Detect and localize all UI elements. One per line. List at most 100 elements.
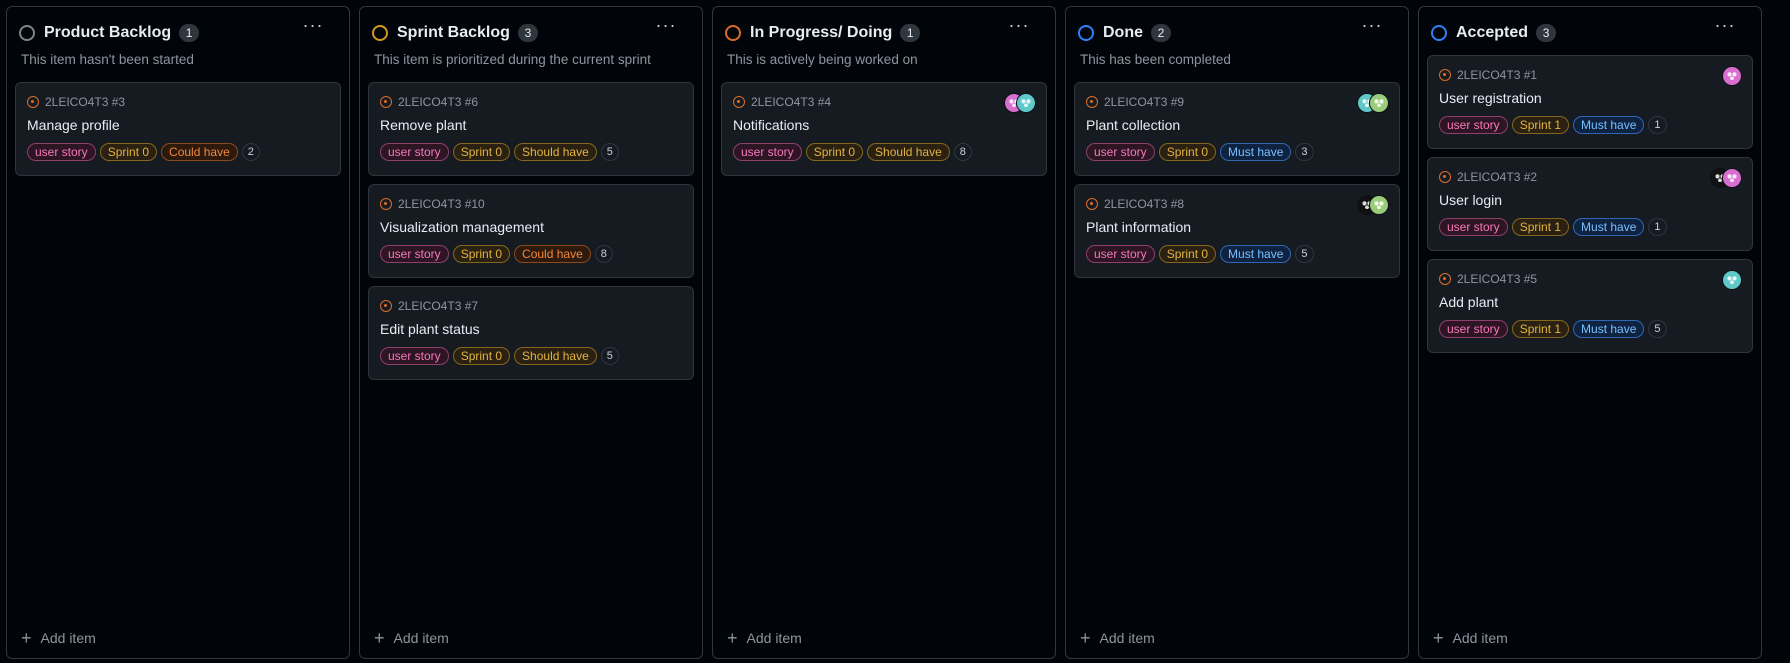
- label-sprint[interactable]: Sprint 0: [452, 245, 511, 263]
- add-item-button[interactable]: + Add item: [727, 628, 802, 648]
- issue-card[interactable]: 2LEICO4T3 #10 Visualization management u…: [368, 184, 694, 278]
- issue-title[interactable]: Add plant: [1439, 294, 1741, 312]
- issue-title[interactable]: Plant information: [1086, 219, 1388, 237]
- label-must[interactable]: Must have: [1220, 143, 1292, 161]
- issue-reference: 2LEICO4T3 #4: [751, 95, 832, 109]
- issue-card[interactable]: 2LEICO4T3 #6 Remove plant user story Spri…: [368, 82, 694, 176]
- label-list: user story Sprint 0 Must have 5: [1086, 245, 1388, 263]
- label-story[interactable]: user story: [1439, 320, 1508, 338]
- label-must[interactable]: Must have: [1573, 320, 1645, 338]
- avatar[interactable]: [1369, 93, 1389, 113]
- add-item-button[interactable]: + Add item: [374, 628, 449, 648]
- open-issue-icon: [1439, 273, 1451, 285]
- status-circle-icon: [1431, 25, 1447, 41]
- issue-reference: 2LEICO4T3 #2: [1457, 170, 1538, 184]
- add-item-button[interactable]: + Add item: [1433, 628, 1508, 648]
- column-item-count: 3: [1536, 24, 1557, 42]
- label-story[interactable]: user story: [1439, 116, 1508, 134]
- issue-card[interactable]: 2LEICO4T3 #3 Manage profile user story Sp…: [15, 82, 341, 176]
- label-story[interactable]: user story: [27, 143, 96, 161]
- label-sprint[interactable]: Sprint 0: [99, 143, 158, 161]
- column-more-options-icon[interactable]: ···: [1360, 16, 1384, 37]
- issue-card[interactable]: 2LEICO4T3 #7 Edit plant status user stor…: [368, 286, 694, 380]
- card-list: 2LEICO4T3 #4 Notifications user story Spr…: [713, 70, 1055, 176]
- label-story[interactable]: user story: [1086, 143, 1155, 161]
- avatar[interactable]: [1722, 270, 1742, 290]
- open-issue-icon: [1086, 96, 1098, 108]
- issue-card[interactable]: 2LEICO4T3 #1 User registration user stor…: [1427, 55, 1753, 149]
- issue-title[interactable]: Remove plant: [380, 117, 682, 135]
- issue-card[interactable]: 2LEICO4T3 #2 User login user story Sprint…: [1427, 157, 1753, 251]
- issue-title[interactable]: Plant collection: [1086, 117, 1388, 135]
- column-item-count: 1: [179, 24, 200, 42]
- label-must[interactable]: Must have: [1573, 116, 1645, 134]
- story-points-badge: 1: [1648, 218, 1667, 236]
- label-must[interactable]: Must have: [1573, 218, 1645, 236]
- assignee-avatars: [1722, 270, 1742, 290]
- column-more-options-icon[interactable]: ···: [654, 16, 678, 37]
- label-could[interactable]: Could have: [514, 245, 591, 263]
- label-story[interactable]: user story: [380, 245, 449, 263]
- label-should[interactable]: Should have: [867, 143, 950, 161]
- label-should[interactable]: Should have: [514, 347, 597, 365]
- add-item-button[interactable]: + Add item: [1080, 628, 1155, 648]
- issue-title[interactable]: Visualization management: [380, 219, 682, 237]
- column-description: This item is prioritized during the curr…: [374, 52, 651, 67]
- label-story[interactable]: user story: [733, 143, 802, 161]
- issue-title[interactable]: User login: [1439, 192, 1741, 210]
- label-must[interactable]: Must have: [1220, 245, 1292, 263]
- add-item-label: Add item: [1099, 630, 1155, 646]
- issue-title[interactable]: Manage profile: [27, 117, 329, 135]
- column-title: In Progress/ Doing: [750, 24, 893, 41]
- label-list: user story Sprint 0 Could have 2: [27, 143, 329, 161]
- open-issue-icon: [380, 96, 392, 108]
- label-story[interactable]: user story: [380, 143, 449, 161]
- add-item-button[interactable]: + Add item: [21, 628, 96, 648]
- status-circle-icon: [372, 25, 388, 41]
- issue-title[interactable]: Notifications: [733, 117, 1035, 135]
- label-sprint[interactable]: Sprint 1: [1511, 116, 1570, 134]
- issue-title[interactable]: User registration: [1439, 90, 1741, 108]
- label-sprint[interactable]: Sprint 1: [1511, 218, 1570, 236]
- label-story[interactable]: user story: [1439, 218, 1508, 236]
- issue-card[interactable]: 2LEICO4T3 #8 Plant information user stor…: [1074, 184, 1400, 278]
- label-sprint[interactable]: Sprint 0: [452, 143, 511, 161]
- column-title: Product Backlog: [44, 24, 172, 41]
- assignee-avatars: [1357, 93, 1389, 113]
- column-more-options-icon[interactable]: ···: [1713, 16, 1737, 37]
- column-description: This has been completed: [1080, 52, 1231, 67]
- column-more-options-icon[interactable]: ···: [301, 16, 325, 37]
- issue-reference: 2LEICO4T3 #1: [1457, 68, 1538, 82]
- label-sprint[interactable]: Sprint 0: [805, 143, 864, 161]
- label-story[interactable]: user story: [380, 347, 449, 365]
- plus-icon: +: [1080, 628, 1091, 648]
- issue-reference: 2LEICO4T3 #9: [1104, 95, 1185, 109]
- column-more-options-icon[interactable]: ···: [1007, 16, 1031, 37]
- column-header: In Progress/ Doing 1 ··· This is activel…: [713, 7, 1055, 70]
- board-column: Accepted 3 ··· 2LEICO4T3 #1 User registr…: [1418, 6, 1762, 659]
- status-circle-icon: [1078, 25, 1094, 41]
- label-sprint[interactable]: Sprint 1: [1511, 320, 1570, 338]
- label-could[interactable]: Could have: [161, 143, 238, 161]
- issue-card[interactable]: 2LEICO4T3 #9 Plant collection user story…: [1074, 82, 1400, 176]
- issue-title[interactable]: Edit plant status: [380, 321, 682, 339]
- avatar[interactable]: [1369, 195, 1389, 215]
- label-list: user story Sprint 0 Should have 5: [380, 347, 682, 365]
- issue-card[interactable]: 2LEICO4T3 #5 Add plant user story Sprint …: [1427, 259, 1753, 353]
- label-sprint[interactable]: Sprint 0: [1158, 245, 1217, 263]
- issue-card[interactable]: 2LEICO4T3 #4 Notifications user story Spr…: [721, 82, 1047, 176]
- add-item-label: Add item: [746, 630, 802, 646]
- avatar[interactable]: [1722, 168, 1742, 188]
- label-sprint[interactable]: Sprint 0: [452, 347, 511, 365]
- story-points-badge: 8: [594, 245, 613, 263]
- column-title: Accepted: [1456, 24, 1529, 41]
- plus-icon: +: [727, 628, 738, 648]
- project-board: Product Backlog 1 ··· This item hasn't b…: [0, 0, 1790, 663]
- add-item-label: Add item: [393, 630, 449, 646]
- label-list: user story Sprint 1 Must have 1: [1439, 116, 1741, 134]
- avatar[interactable]: [1722, 66, 1742, 86]
- label-should[interactable]: Should have: [514, 143, 597, 161]
- avatar[interactable]: [1016, 93, 1036, 113]
- label-sprint[interactable]: Sprint 0: [1158, 143, 1217, 161]
- label-story[interactable]: user story: [1086, 245, 1155, 263]
